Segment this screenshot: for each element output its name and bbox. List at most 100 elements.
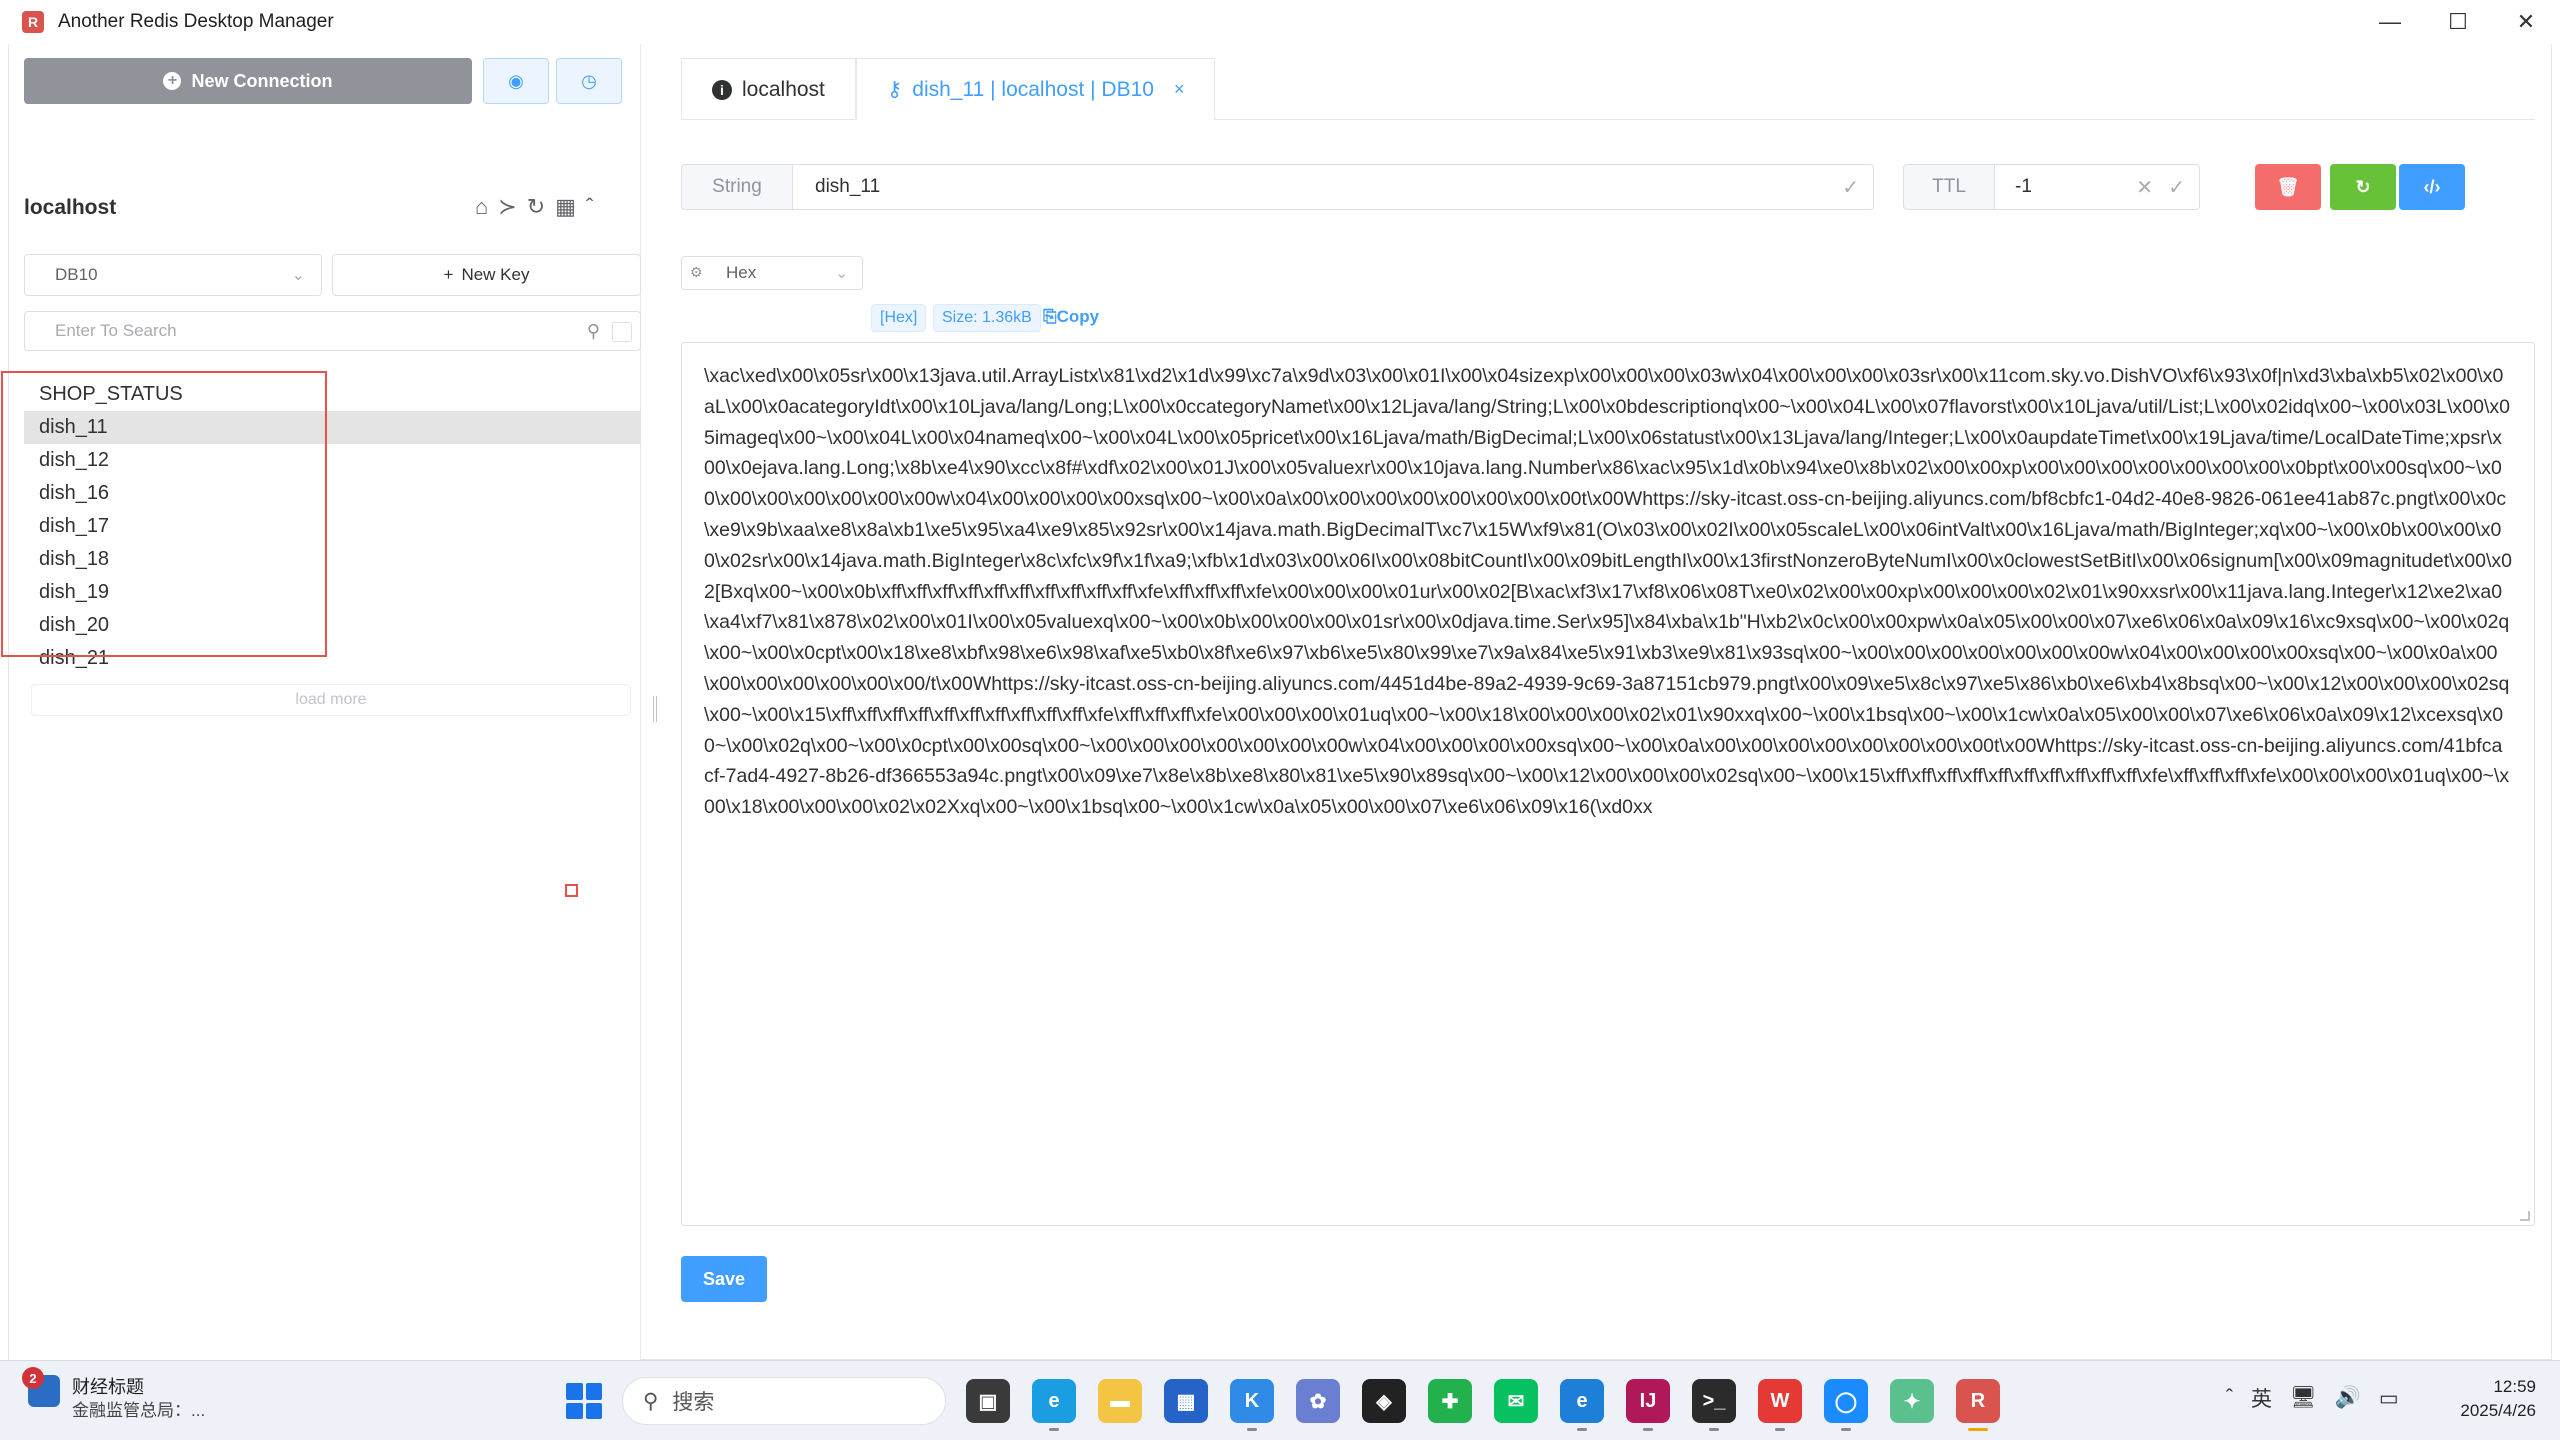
refresh-icon[interactable]: ↻ [527, 194, 545, 220]
key-list-item[interactable]: dish_11 [24, 411, 641, 444]
console-icon[interactable]: ≻ [498, 194, 516, 220]
main-panel: i localhost ⚷ dish_11 | localhost | DB10… [671, 44, 2553, 1360]
clock[interactable]: 12:59 2025/4/26 [2440, 1375, 2536, 1423]
close-window-button[interactable]: ✕ [2492, 0, 2560, 44]
clear-icon[interactable]: ✕ [2136, 175, 2153, 200]
value-text: \xac\xed\x00\x05sr\x00\x13java.util.Arra… [704, 365, 2512, 819]
key-list-item[interactable]: SHOP_STATUS [24, 378, 641, 411]
new-key-button[interactable]: + New Key [332, 254, 641, 296]
key-list-item[interactable]: dish_17 [24, 510, 641, 543]
gear-icon: ◉ [508, 70, 524, 91]
home-icon[interactable]: ⌂ [475, 194, 488, 220]
chevron-up-icon[interactable]: ˆ [2226, 1386, 2233, 1410]
news-subtitle: 金融监管总局：... [72, 1401, 206, 1420]
dump-command-button[interactable]: ‹/› [2399, 164, 2465, 210]
store-icon[interactable]: ▦ [1164, 1379, 1208, 1423]
window-title: Another Redis Desktop Manager [58, 11, 334, 32]
connection-name[interactable]: localhost [24, 196, 116, 220]
volume-icon[interactable]: 🔊 [2335, 1386, 2361, 1410]
key-list-item[interactable]: dish_18 [24, 543, 641, 576]
wps-icon[interactable]: W [1758, 1379, 1802, 1431]
key-list-item[interactable]: dish_20 [24, 609, 641, 642]
key-search-input[interactable]: Enter To Search ⚲ [24, 311, 641, 351]
system-tray: ˆ 英 🖥 🔊 ▭ [2226, 1383, 2399, 1413]
sidebar: + New Connection ◉ ◷ localhost ⌂ ≻ ↻ ▦ ˆ… [1, 44, 641, 1360]
db-select-value: DB10 [55, 265, 98, 284]
tab-localhost[interactable]: i localhost [681, 58, 856, 120]
search-icon[interactable]: ⚲ [587, 321, 600, 342]
chevron-up-icon[interactable]: ˆ [586, 194, 593, 220]
taskbar-search-placeholder: 搜索 [672, 1391, 715, 1414]
copy-button[interactable]: ⎘Copy [1043, 307, 1099, 327]
edge-icon[interactable]: e [1032, 1379, 1076, 1431]
app-area: + New Connection ◉ ◷ localhost ⌂ ≻ ↻ ▦ ˆ… [1, 44, 2553, 1360]
tab-bar: i localhost ⚷ dish_11 | localhost | DB10… [681, 58, 2535, 120]
news-widget[interactable]: 2 财经标题 金融监管总局：... [22, 1367, 205, 1423]
refresh-key-button[interactable]: ↻ [2330, 164, 2396, 210]
grid-icon[interactable]: ▦ [555, 194, 576, 220]
kuaiyun-icon[interactable]: K [1230, 1379, 1274, 1431]
maximize-button[interactable]: ☐ [2424, 0, 2492, 44]
tab-label: dish_11 | localhost | DB10 [912, 77, 1154, 101]
copy-label: Copy [1056, 307, 1100, 326]
tab-dish-11[interactable]: ⚷ dish_11 | localhost | DB10 × [855, 58, 1216, 120]
delete-key-button[interactable]: 🗑 [2255, 164, 2321, 210]
settings-button[interactable]: ◉ [483, 58, 549, 104]
check-icon[interactable]: ✓ [2168, 175, 2185, 200]
exact-search-checkbox[interactable] [612, 322, 632, 342]
redis-manager-icon[interactable]: R [1956, 1379, 2000, 1431]
ime-indicator[interactable]: 英 [2251, 1383, 2272, 1413]
news-icon: 2 [22, 1367, 60, 1407]
format-value: Hex [726, 263, 757, 282]
new-connection-label: New Connection [191, 70, 333, 91]
key-list-item[interactable]: dish_19 [24, 576, 641, 609]
settings-app-icon[interactable]: ✿ [1296, 1379, 1340, 1423]
browser-icon[interactable]: ◯ [1824, 1379, 1868, 1431]
intellij-icon[interactable]: IJ [1626, 1379, 1670, 1431]
task-view-icon[interactable]: ▣ [966, 1379, 1010, 1423]
minimize-button[interactable]: — [2356, 0, 2424, 44]
key-list: SHOP_STATUS dish_11 dish_12 dish_16 dish_17 d… [24, 378, 641, 675]
ttl-input[interactable]: -1 ✕ ✓ [1994, 164, 2200, 210]
plus-circle-icon: + [163, 72, 182, 90]
edge-ai-icon[interactable]: e [1560, 1379, 1604, 1431]
new-key-label: New Key [461, 265, 530, 284]
resize-handle-icon[interactable] [2520, 1211, 2530, 1221]
terminal-icon[interactable]: >_ [1692, 1379, 1736, 1431]
format-select[interactable]: ⚙ Hex ⌄ [681, 256, 863, 290]
trash-icon: 🗑 [2276, 176, 2300, 197]
refresh-icon: ↻ [2355, 176, 2371, 197]
news-text: 财经标题 金融监管总局：... [72, 1375, 205, 1423]
info-icon: i [712, 79, 732, 100]
network-icon[interactable]: 🖥 [2290, 1386, 2317, 1410]
tab-label: localhost [742, 77, 825, 101]
wechat-icon[interactable]: ✉ [1494, 1379, 1538, 1423]
unity-icon[interactable]: ◈ [1362, 1379, 1406, 1423]
key-list-item[interactable]: dish_12 [24, 444, 641, 477]
copy-icon: ⎘ [1043, 307, 1057, 326]
search-placeholder: Enter To Search [55, 321, 177, 340]
value-textarea[interactable]: \xac\xed\x00\x05sr\x00\x13java.util.Arra… [681, 342, 2535, 1226]
db-select[interactable]: DB10 ⌄ [24, 254, 322, 296]
app-logo-icon: R [22, 11, 44, 33]
history-button[interactable]: ◷ [556, 58, 622, 104]
key-list-item[interactable]: dish_16 [24, 477, 641, 510]
save-button[interactable]: Save [681, 1256, 767, 1302]
check-icon[interactable]: ✓ [1842, 175, 1859, 200]
connection-actions: ⌂ ≻ ↻ ▦ ˆ [475, 194, 593, 220]
clock-icon: ◷ [581, 70, 597, 91]
file-explorer-icon[interactable]: ▬ [1098, 1379, 1142, 1423]
format-icon: ⚙ [690, 264, 703, 280]
key-list-item[interactable]: dish_21 [24, 642, 641, 675]
sidebar-resizer[interactable] [653, 696, 657, 722]
pycharm-icon[interactable]: ✚ [1428, 1379, 1472, 1423]
battery-icon[interactable]: ▭ [2379, 1386, 2399, 1411]
assistant-icon[interactable]: ✦ [1890, 1379, 1934, 1423]
key-name-input[interactable]: dish_11 ✓ [792, 164, 1874, 210]
close-tab-icon[interactable]: × [1174, 79, 1185, 100]
taskbar-search[interactable]: ⚲ 搜索 [622, 1377, 946, 1425]
window-controls: — ☐ ✕ [2356, 0, 2560, 44]
load-more-button[interactable]: load more [31, 684, 631, 716]
new-connection-button[interactable]: + New Connection [24, 58, 472, 104]
start-button[interactable] [566, 1383, 602, 1419]
